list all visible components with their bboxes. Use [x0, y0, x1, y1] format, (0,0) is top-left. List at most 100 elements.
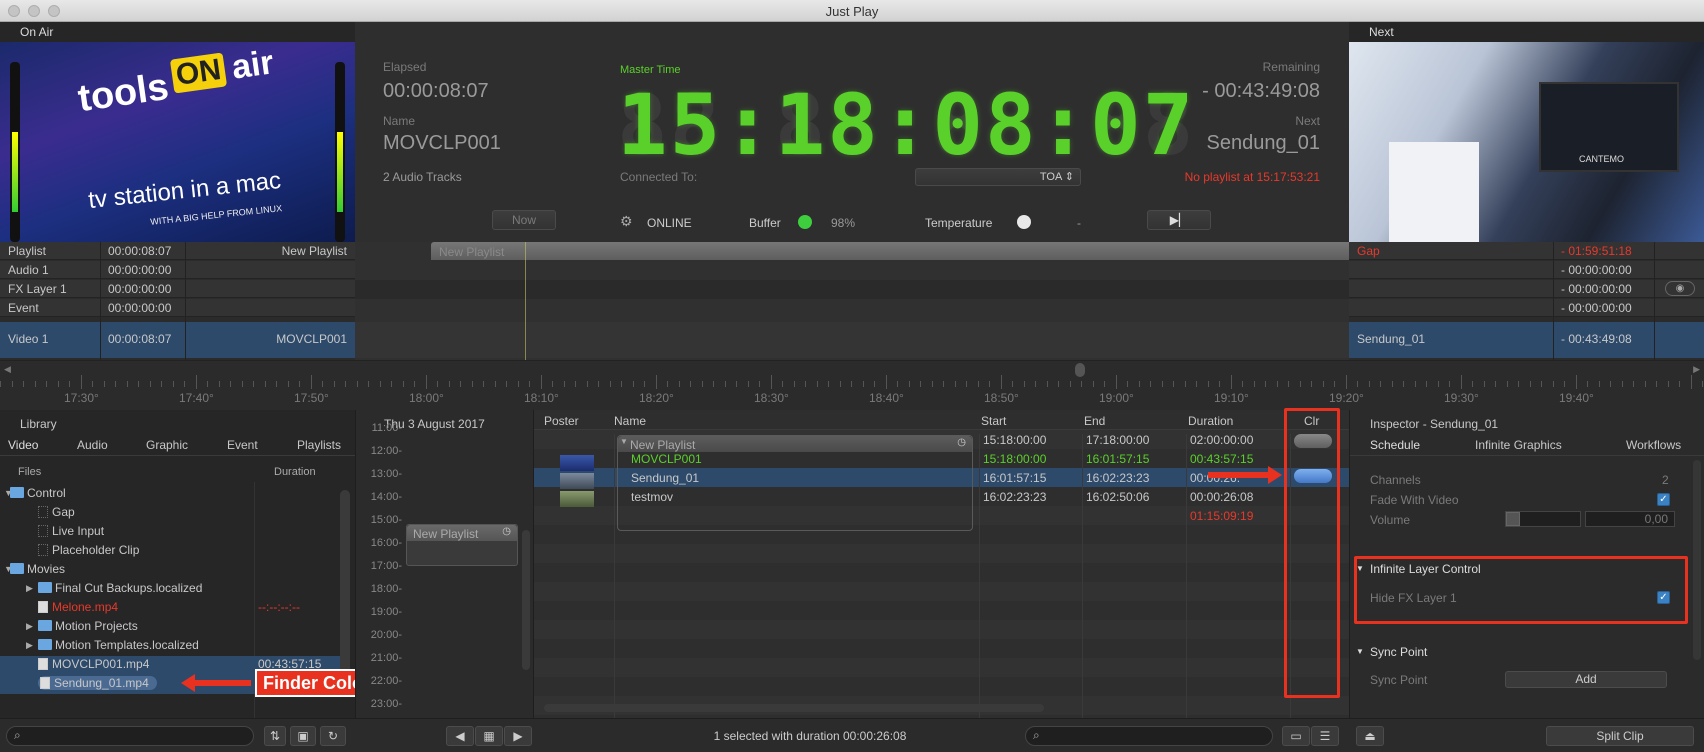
ruler-tick	[1529, 381, 1531, 387]
track-row-playlist[interactable]: Playlist 00:00:08:07 New Playlist	[0, 242, 355, 260]
playlist-scrollbar[interactable]	[544, 704, 1044, 712]
calendar-button[interactable]: ▦	[475, 726, 503, 746]
track-row-fx[interactable]: FX Layer 1 00:00:00:00	[0, 280, 355, 298]
library-item[interactable]: Sendung_01.mp4	[38, 676, 157, 690]
library-item[interactable]: Motion Templates.localized	[38, 638, 199, 652]
disclosure-triangle-icon[interactable]: ▶	[26, 621, 33, 632]
library-item[interactable]: Live Input	[38, 524, 104, 538]
table-row[interactable]	[534, 658, 1350, 677]
volume-slider-knob[interactable]	[1506, 512, 1520, 526]
table-row[interactable]	[534, 620, 1350, 639]
refresh-button[interactable]: ↻	[320, 726, 346, 746]
disclosure-triangle-icon[interactable]: ▼	[620, 437, 628, 446]
split-clip-button[interactable]: Split Clip	[1546, 726, 1694, 746]
table-row[interactable]	[534, 639, 1350, 658]
next-track-row-video[interactable]: Sendung_01 - 00:43:49:08	[1349, 322, 1704, 358]
tab-workflows[interactable]: Workflows	[1626, 438, 1681, 452]
volume-field[interactable]: 0,00	[1585, 511, 1675, 527]
ruler-tick	[1138, 381, 1140, 387]
next-track-row[interactable]: - 00:00:00:00 ◉	[1349, 280, 1704, 298]
table-row[interactable]	[534, 677, 1350, 696]
col-start[interactable]: Start	[981, 414, 1006, 428]
ruler-scroll-track[interactable]: ◀ ▶	[0, 363, 1704, 377]
tab-graphic[interactable]: Graphic	[146, 438, 188, 452]
library-item[interactable]: Movies	[10, 562, 65, 576]
ruler-tick	[1679, 381, 1680, 387]
time-ruler[interactable]: ◀ ▶ 17:30° 17:40° 17:50° 18:00° 18:10° 18:20°…	[0, 360, 1704, 410]
temperature-label: Temperature	[925, 216, 993, 230]
import-button[interactable]: ▣	[290, 726, 316, 746]
prev-day-button[interactable]: ◀	[446, 726, 474, 746]
timeline[interactable]: New Playlist	[355, 242, 1349, 360]
disclosure-triangle-icon[interactable]: ▶	[26, 583, 33, 594]
library-item[interactable]: Melone.mp4	[38, 600, 118, 614]
ruler-tick	[563, 381, 565, 387]
table-row[interactable]	[534, 563, 1350, 582]
col-name[interactable]: Name	[614, 414, 646, 428]
playlist-search-field[interactable]: ⌕	[1025, 726, 1273, 746]
library-item[interactable]: Control	[10, 486, 66, 500]
now-button[interactable]: Now	[492, 210, 556, 230]
timeline-playlist-clip[interactable]: New Playlist	[431, 242, 1349, 260]
next-track-row[interactable]: - 00:00:00:00	[1349, 299, 1704, 317]
col-poster[interactable]: Poster	[544, 414, 579, 428]
ruler-tick	[1426, 381, 1427, 387]
calendar-hour: 16:00-	[370, 537, 402, 549]
tab-audio[interactable]: Audio	[77, 438, 108, 452]
library-search-field[interactable]: ⌕	[6, 726, 254, 746]
library-item[interactable]: Final Cut Backups.localized	[38, 581, 202, 595]
skip-forward-button[interactable]: ▶▏	[1147, 210, 1211, 230]
ruler-tick	[1644, 381, 1646, 387]
ruler-tick	[138, 381, 139, 387]
scroll-left-icon[interactable]: ◀	[4, 364, 11, 375]
next-name: Sendung_01	[1206, 132, 1320, 154]
next-track-row[interactable]: - 00:00:00:00	[1349, 261, 1704, 279]
connection-select[interactable]: TOA ⇕	[915, 168, 1081, 186]
inspector-scrollbar[interactable]	[1693, 460, 1701, 660]
ruler-tick	[1621, 381, 1623, 387]
ruler-labels: 17:30° 17:40° 17:50° 18:00° 18:10° 18:20° 18:3…	[0, 391, 1704, 407]
playlist-group[interactable]: ▼ New Playlist ◷	[617, 435, 973, 531]
track-row-event[interactable]: Event 00:00:00:00	[0, 299, 355, 317]
library-scrollbar[interactable]	[340, 490, 350, 690]
ruler-tick	[1702, 381, 1703, 387]
next-track-time: - 00:00:00:00	[1561, 263, 1632, 277]
inspector-toggle-button[interactable]: ⏏	[1356, 726, 1384, 746]
tab-playlists[interactable]: Playlists	[297, 438, 341, 452]
next-day-button[interactable]: ▶	[504, 726, 532, 746]
master-time-label: Master Time	[620, 64, 681, 76]
ruler-tick	[1414, 381, 1416, 387]
sort-button[interactable]: ⇅	[264, 726, 286, 746]
playhead[interactable]	[525, 242, 526, 360]
disclosure-triangle-icon[interactable]: ▶	[26, 640, 33, 651]
eye-icon[interactable]: ◉	[1665, 281, 1695, 296]
fade-with-video-checkbox[interactable]: ✓	[1657, 493, 1670, 506]
table-row[interactable]	[534, 582, 1350, 601]
view-single-button[interactable]: ▭	[1282, 726, 1310, 746]
scroll-right-icon[interactable]: ▶	[1693, 364, 1700, 375]
next-track-time: - 00:43:49:08	[1561, 332, 1632, 346]
view-list-button[interactable]: ☰	[1311, 726, 1339, 746]
track-row-audio[interactable]: Audio 1 00:00:00:00	[0, 261, 355, 279]
library-item[interactable]: Gap	[38, 505, 75, 519]
ruler-tick	[586, 381, 588, 387]
tab-infinite-graphics[interactable]: Infinite Graphics	[1475, 438, 1562, 452]
col-end[interactable]: End	[1084, 414, 1105, 428]
library-item[interactable]: MOVCLP001.mp4	[38, 657, 149, 671]
disclosure-triangle-icon[interactable]: ▼	[1356, 647, 1364, 656]
tab-schedule[interactable]: Schedule	[1370, 438, 1420, 452]
library-item[interactable]: Motion Projects	[38, 619, 138, 633]
calendar-block[interactable]: New Playlist ◷	[406, 524, 518, 566]
col-duration[interactable]: Duration	[1188, 414, 1233, 428]
track-row-video[interactable]: Video 1 00:00:08:07 MOVCLP001	[0, 322, 355, 358]
next-track-row[interactable]: Gap - 01:59:51:18	[1349, 242, 1704, 260]
playlist-cell-start: 16:01:57:15	[983, 471, 1047, 485]
library-item[interactable]: Placeholder Clip	[38, 543, 139, 557]
sync-add-button[interactable]: Add	[1505, 671, 1667, 688]
tab-video[interactable]: Video	[8, 438, 38, 452]
table-row[interactable]	[534, 601, 1350, 620]
table-row[interactable]	[534, 544, 1350, 563]
tab-event[interactable]: Event	[227, 438, 258, 452]
calendar-scrollbar[interactable]	[522, 530, 530, 670]
volume-slider[interactable]	[1505, 511, 1581, 527]
